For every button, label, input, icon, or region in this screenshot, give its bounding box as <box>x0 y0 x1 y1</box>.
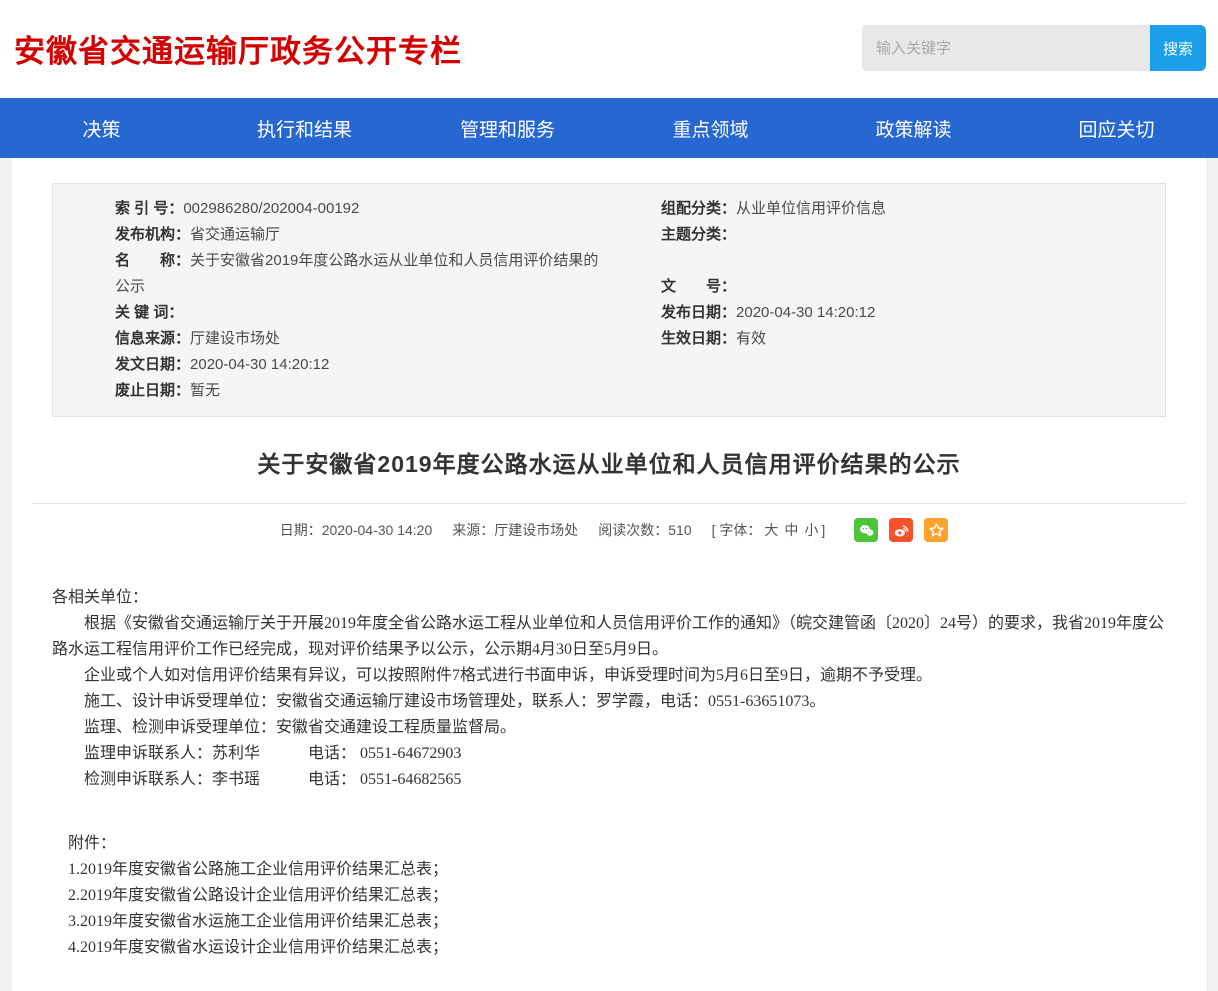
weibo-share-icon[interactable] <box>889 518 913 542</box>
meta-row-group-category: 组配分类：从业单位信用评价信息 <box>661 196 1165 222</box>
nav-item-management-service[interactable]: 管理和服务 <box>406 98 609 158</box>
metadata-right-column: 组配分类：从业单位信用评价信息 主题分类： 文 号： 发布日期：2020-04-… <box>609 196 1165 404</box>
article-paragraph-contact-inspection: 检测申诉联系人：李书瑶 电话： 0551-64682565 <box>52 767 1166 793</box>
search-bar: 搜索 <box>862 25 1206 71</box>
meta-row-spacer <box>661 248 1165 274</box>
favorite-star-icon[interactable] <box>924 518 948 542</box>
content-outer: 索 引 号：002986280/202004-00192 发布机构：省交通运输厅… <box>0 158 1218 991</box>
meta-row-issuing-agency: 发布机构：省交通运输厅 <box>115 222 609 248</box>
share-icons <box>843 518 948 542</box>
attachments-heading: 附件： <box>52 831 1166 857</box>
nav-item-decision[interactable]: 决策 <box>0 98 203 158</box>
article-date: 日期：2020-04-30 14:20 <box>280 520 433 540</box>
content-area: 索 引 号：002986280/202004-00192 发布机构：省交通运输厅… <box>12 158 1206 991</box>
meta-row-effective-date: 生效日期：有效 <box>661 326 1165 352</box>
meta-row-info-source: 信息来源：厅建设市场处 <box>115 326 609 352</box>
meta-row-abolish-date: 废止日期：暂无 <box>115 378 609 404</box>
article-body: 各相关单位： 根据《安徽省交通运输厅关于开展2019年度全省公路水运工程从业单位… <box>40 585 1178 991</box>
site-title: 安徽省交通运输厅政务公开专栏 <box>14 26 462 71</box>
font-size-control: [ 字体：大中小] <box>712 520 826 540</box>
article-paragraph-contact-supervision: 监理申诉联系人：苏利华 电话： 0551-64672903 <box>52 741 1166 767</box>
wechat-share-icon[interactable] <box>854 518 878 542</box>
nav-item-key-areas[interactable]: 重点领域 <box>609 98 812 158</box>
title-divider <box>32 503 1186 504</box>
nav-item-policy-interpretation[interactable]: 政策解读 <box>812 98 1015 158</box>
page: 安徽省交通运输厅政务公开专栏 搜索 决策 执行和结果 管理和服务 重点领域 政策… <box>0 0 1218 991</box>
meta-row-document-name: 名 称：关于安徽省2019年度公路水运从业单位和人员信用评价结果的公示 <box>115 248 609 300</box>
meta-row-index-number: 索 引 号：002986280/202004-00192 <box>115 196 609 222</box>
meta-row-keywords: 关 键 词： <box>115 300 609 326</box>
article-read-count: 阅读次数：510 <box>598 520 691 540</box>
article-paragraph: 企业或个人如对信用评价结果有异议，可以按照附件7格式进行书面申诉，申诉受理时间为… <box>52 663 1166 689</box>
font-size-medium[interactable]: 中 <box>784 522 798 538</box>
article-title: 关于安徽省2019年度公路水运从业单位和人员信用评价结果的公示 <box>40 445 1178 479</box>
attachment-item: 4.2019年度安徽省水运设计企业信用评价结果汇总表； <box>52 935 1166 961</box>
search-button[interactable]: 搜索 <box>1150 25 1206 71</box>
attachment-item: 1.2019年度安徽省公路施工企业信用评价结果汇总表； <box>52 857 1166 883</box>
article-paragraph: 各相关单位： <box>52 585 1166 611</box>
article-source: 来源：厅建设市场处 <box>452 520 578 540</box>
main-nav: 决策 执行和结果 管理和服务 重点领域 政策解读 回应关切 <box>0 98 1218 158</box>
search-input[interactable] <box>862 25 1150 71</box>
metadata-left-column: 索 引 号：002986280/202004-00192 发布机构：省交通运输厅… <box>53 196 609 404</box>
article-paragraph: 根据《安徽省交通运输厅关于开展2019年度全省公路水运工程从业单位和人员信用评价… <box>52 611 1166 663</box>
meta-row-theme-category: 主题分类： <box>661 222 1165 248</box>
article-meta-line: 日期：2020-04-30 14:20 来源：厅建设市场处 阅读次数：510 [… <box>40 517 1178 543</box>
article-paragraph: 监理、检测申诉受理单位：安徽省交通建设工程质量监督局。 <box>52 715 1166 741</box>
font-size-prefix: [ 字体： <box>712 522 762 538</box>
site-header: 安徽省交通运输厅政务公开专栏 搜索 <box>0 0 1218 98</box>
font-size-suffix: ] <box>821 522 825 538</box>
nav-item-execution-results[interactable]: 执行和结果 <box>203 98 406 158</box>
metadata-box: 索 引 号：002986280/202004-00192 发布机构：省交通运输厅… <box>52 183 1166 417</box>
nav-item-response-concerns[interactable]: 回应关切 <box>1015 98 1218 158</box>
font-size-large[interactable]: 大 <box>764 522 778 538</box>
attachment-item: 2.2019年度安徽省公路设计企业信用评价结果汇总表； <box>52 883 1166 909</box>
attachment-item: 3.2019年度安徽省水运施工企业信用评价结果汇总表； <box>52 909 1166 935</box>
article-paragraph: 施工、设计申诉受理单位：安徽省交通运输厅建设市场管理处，联系人：罗学霞，电话：0… <box>52 689 1166 715</box>
meta-row-publish-date: 发布日期：2020-04-30 14:20:12 <box>661 300 1165 326</box>
font-size-small[interactable]: 小 <box>804 522 818 538</box>
meta-row-issue-date: 发文日期：2020-04-30 14:20:12 <box>115 352 609 378</box>
meta-row-doc-number: 文 号： <box>661 274 1165 300</box>
